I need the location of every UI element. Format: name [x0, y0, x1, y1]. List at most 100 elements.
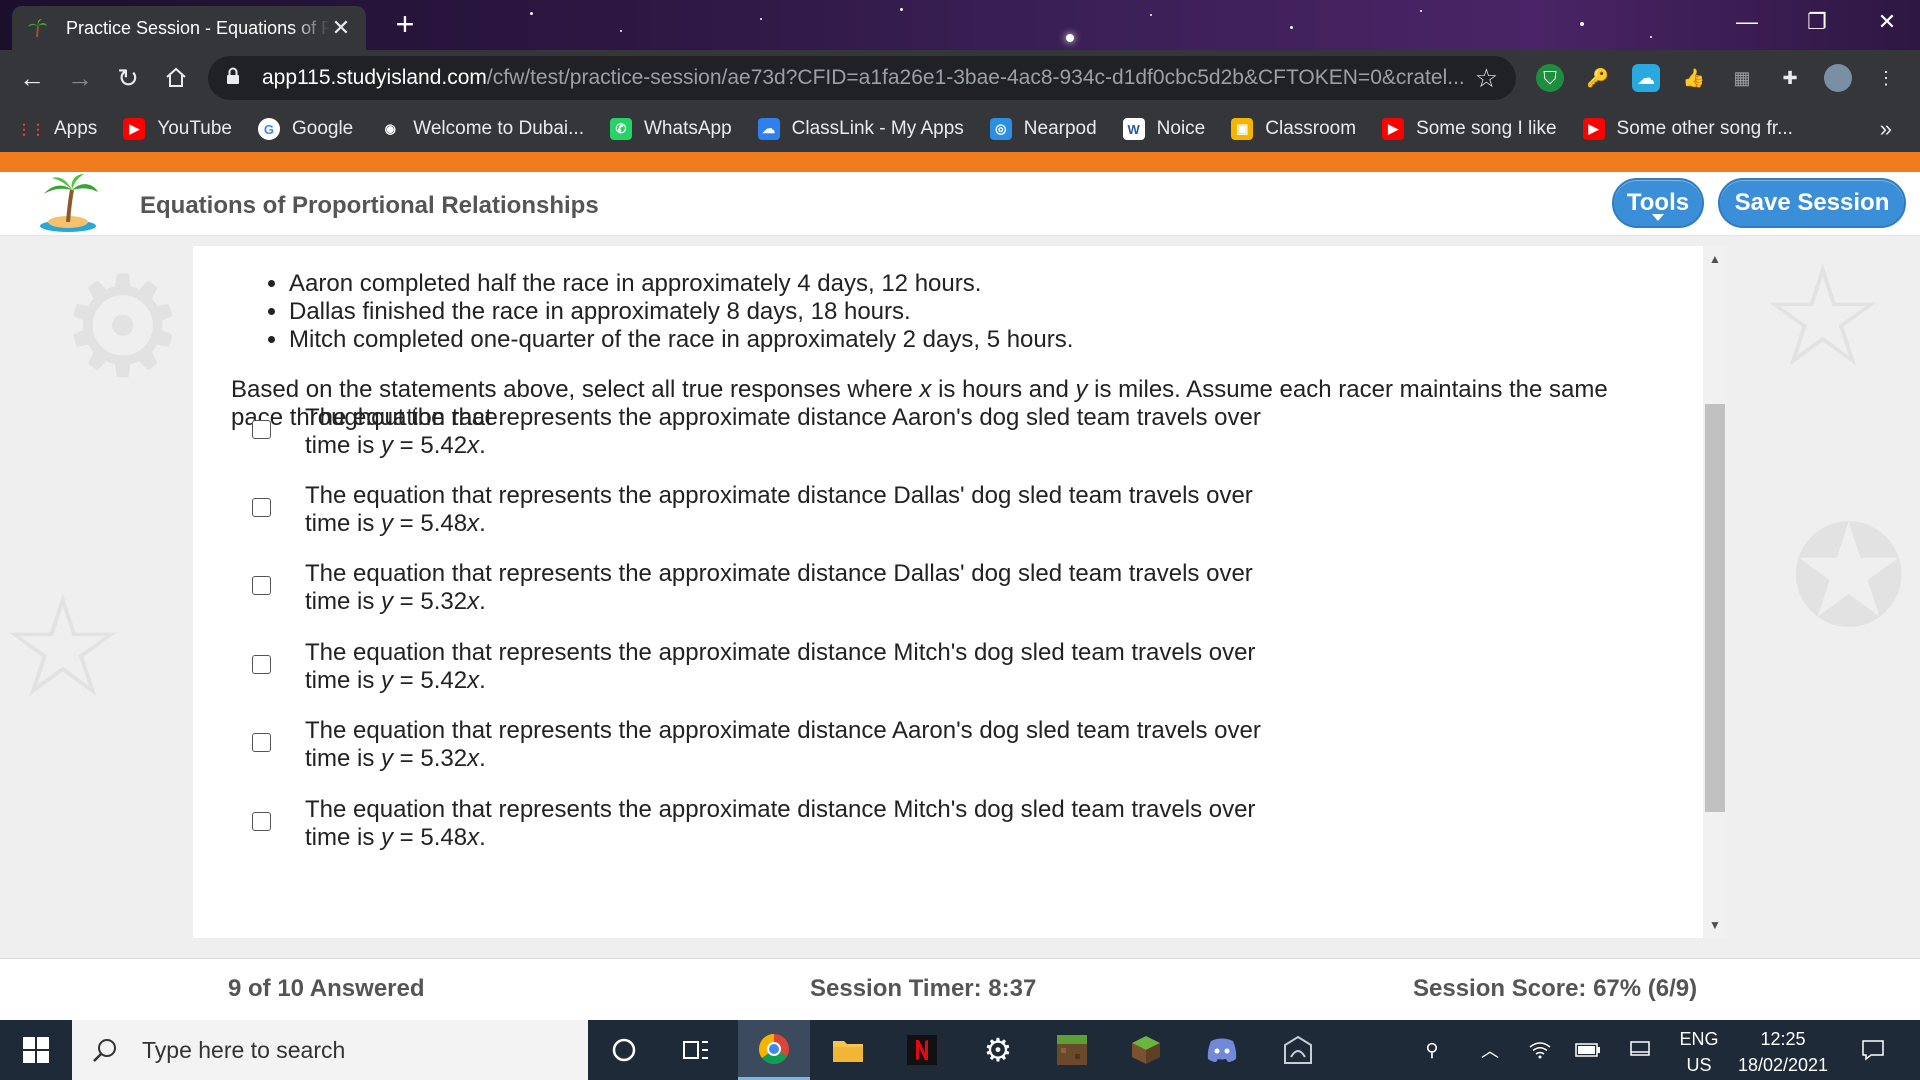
answer-text: The equation that represents the approxi… — [305, 796, 1256, 851]
google-icon: G — [257, 118, 280, 140]
page-title: Equations of Proportional Relationships — [140, 192, 599, 219]
search-placeholder: Type here to search — [142, 1036, 346, 1063]
nearpod-icon: ◎ — [989, 118, 1012, 140]
classroom-icon: ▣ — [1231, 118, 1254, 140]
answer-checkbox[interactable] — [252, 655, 271, 674]
discord-icon[interactable] — [1186, 1020, 1258, 1080]
bookmark-item[interactable]: ▶ Some other song fr... — [1582, 118, 1793, 140]
windows-start-icon[interactable] — [0, 1020, 72, 1080]
thumbs-up-extension-icon[interactable]: 👍 — [1680, 64, 1708, 92]
restore-icon[interactable]: ❐ — [1782, 0, 1852, 44]
answer-choice-1[interactable]: The equation that represents the approxi… — [193, 404, 1593, 464]
battery-icon[interactable] — [1566, 1020, 1610, 1080]
shield-extension-icon[interactable]: ⛉ — [1536, 64, 1564, 92]
fact-item: Aaron completed half the race in approxi… — [289, 270, 1073, 298]
app-header: Equations of Proportional Relationships … — [0, 172, 1920, 236]
lock-icon — [226, 67, 246, 90]
menu-kebab-icon[interactable]: ⋮ — [1872, 64, 1900, 92]
back-icon[interactable]: ← — [14, 60, 50, 96]
browser-toolbar: ← → ↻ app115.studyisland.com /cfw/test/p… — [0, 50, 1920, 106]
close-window-icon[interactable]: ✕ — [1852, 0, 1920, 44]
netflix-icon[interactable] — [886, 1020, 958, 1080]
bookmark-item[interactable]: ◎ Nearpod — [989, 118, 1097, 140]
bookmark-label: Welcome to Dubai... — [413, 118, 584, 139]
bookmark-item[interactable]: ⋮⋮ Apps — [17, 118, 98, 140]
session-score: Session Score: 67% (6/9) — [1413, 975, 1698, 1002]
bookmark-item[interactable]: ▶ YouTube — [123, 118, 232, 140]
tools-caret-icon — [1652, 214, 1664, 221]
answer-choice-2[interactable]: The equation that represents the approxi… — [193, 482, 1593, 542]
answer-choice-4[interactable]: The equation that represents the approxi… — [193, 639, 1593, 699]
bookmark-label: YouTube — [157, 118, 232, 139]
cloud-extension-icon[interactable]: ☁ — [1632, 64, 1660, 92]
display-icon[interactable] — [1618, 1020, 1662, 1080]
task-view-icon[interactable] — [660, 1020, 732, 1080]
bookmarks-bar: ⋮⋮ Apps ▶ YouTube G Google ◉ Welcome to Dubai..… — [0, 106, 1920, 152]
answer-checkbox[interactable] — [252, 812, 271, 831]
home-icon[interactable] — [158, 60, 194, 96]
bookmark-item[interactable]: ✆ WhatsApp — [610, 118, 732, 140]
address-bar[interactable]: app115.studyisland.com /cfw/test/practic… — [208, 56, 1516, 100]
answer-choice-6[interactable]: The equation that represents the approxi… — [193, 796, 1593, 856]
bookmarks-overflow-icon[interactable]: » — [1880, 116, 1892, 142]
forward-icon[interactable]: → — [62, 60, 98, 96]
minecraft-icon[interactable] — [1036, 1020, 1108, 1080]
reload-icon[interactable]: ↻ — [110, 60, 146, 96]
notification-icon[interactable] — [1848, 1020, 1898, 1080]
url-host: app115.studyisland.com — [262, 66, 487, 89]
brand-stripe — [0, 152, 1920, 172]
grid-extension-icon[interactable]: ▦ — [1728, 64, 1756, 92]
bookmark-item[interactable]: G Google — [257, 118, 353, 140]
race-facts-list: Aaron completed half the race in approxi… — [289, 270, 1073, 354]
fact-item: Dallas finished the race in approximatel… — [289, 298, 1073, 326]
tab-close-icon[interactable]: ✕ — [330, 17, 352, 39]
tray-expand-icon[interactable]: ︿ — [1470, 1020, 1510, 1080]
answer-checkbox[interactable] — [252, 498, 271, 517]
scroll-up-icon[interactable]: ▲ — [1703, 250, 1727, 268]
new-tab-button[interactable]: + — [388, 8, 422, 42]
bookmark-star-icon[interactable]: ☆ — [1475, 63, 1498, 94]
save-session-button[interactable]: Save Session — [1718, 178, 1906, 228]
settings-gear-icon[interactable]: ⚙ — [962, 1020, 1034, 1080]
answer-choice-5[interactable]: The equation that represents the approxi… — [193, 717, 1593, 777]
answer-checkbox[interactable] — [252, 576, 271, 595]
answer-text: The equation that represents the approxi… — [305, 404, 1261, 459]
answer-checkbox[interactable] — [252, 733, 271, 752]
taskbar-search-input[interactable]: Type here to search — [72, 1020, 588, 1080]
globe-icon: ◉ — [384, 121, 396, 136]
bookmark-item[interactable]: ▣ Classroom — [1231, 118, 1356, 140]
answer-text: The equation that represents the approxi… — [305, 639, 1256, 694]
minimize-icon[interactable]: — — [1712, 0, 1782, 44]
windows-taskbar: Type here to search ⚙ ⚲ ︿ ENG US 12:25 18/… — [0, 1020, 1920, 1080]
bookmark-label: Apps — [54, 118, 98, 139]
wifi-icon[interactable] — [1518, 1020, 1562, 1080]
browser-tab-strip: Practice Session - Equations of Pr ✕ + —… — [0, 0, 1920, 50]
answer-choice-3[interactable]: The equation that represents the approxi… — [193, 560, 1593, 620]
scroll-down-icon[interactable]: ▼ — [1703, 916, 1727, 934]
study-island-logo — [40, 174, 98, 232]
active-tab[interactable]: Practice Session - Equations of Pr ✕ — [12, 6, 366, 50]
answer-text: The equation that represents the approxi… — [305, 560, 1253, 615]
key-extension-icon[interactable]: 🔑 — [1584, 64, 1612, 92]
app-shield-icon[interactable] — [1262, 1020, 1334, 1080]
cortana-icon[interactable] — [588, 1020, 660, 1080]
youtube-icon: ▶ — [1382, 118, 1405, 140]
minecraft-launcher-icon[interactable] — [1110, 1020, 1182, 1080]
bookmark-item[interactable]: ◉ Welcome to Dubai... — [379, 118, 584, 140]
bookmark-item[interactable]: W Noice — [1122, 118, 1205, 140]
word-icon: W — [1122, 118, 1145, 140]
bookmark-item[interactable]: ☁ ClassLink - My Apps — [757, 118, 964, 140]
session-timer: Session Timer: 8:37 — [810, 975, 1037, 1002]
bookmark-label: WhatsApp — [644, 118, 732, 139]
profile-avatar[interactable] — [1824, 64, 1852, 92]
chrome-taskbar-icon[interactable] — [738, 1020, 810, 1080]
input-language[interactable]: ENG US — [1676, 1026, 1722, 1078]
fact-item: Mitch completed one-quarter of the race … — [289, 326, 1073, 354]
people-icon[interactable]: ⚲ — [1410, 1020, 1454, 1080]
scrollbar-thumb[interactable] — [1705, 404, 1725, 812]
bookmark-item[interactable]: ▶ Some song I like — [1382, 118, 1557, 140]
taskbar-clock[interactable]: 12:25 18/02/2021 — [1730, 1026, 1836, 1078]
answer-checkbox[interactable] — [252, 420, 271, 439]
extensions-puzzle-icon[interactable]: ✚ — [1776, 64, 1804, 92]
file-explorer-icon[interactable] — [812, 1020, 884, 1080]
